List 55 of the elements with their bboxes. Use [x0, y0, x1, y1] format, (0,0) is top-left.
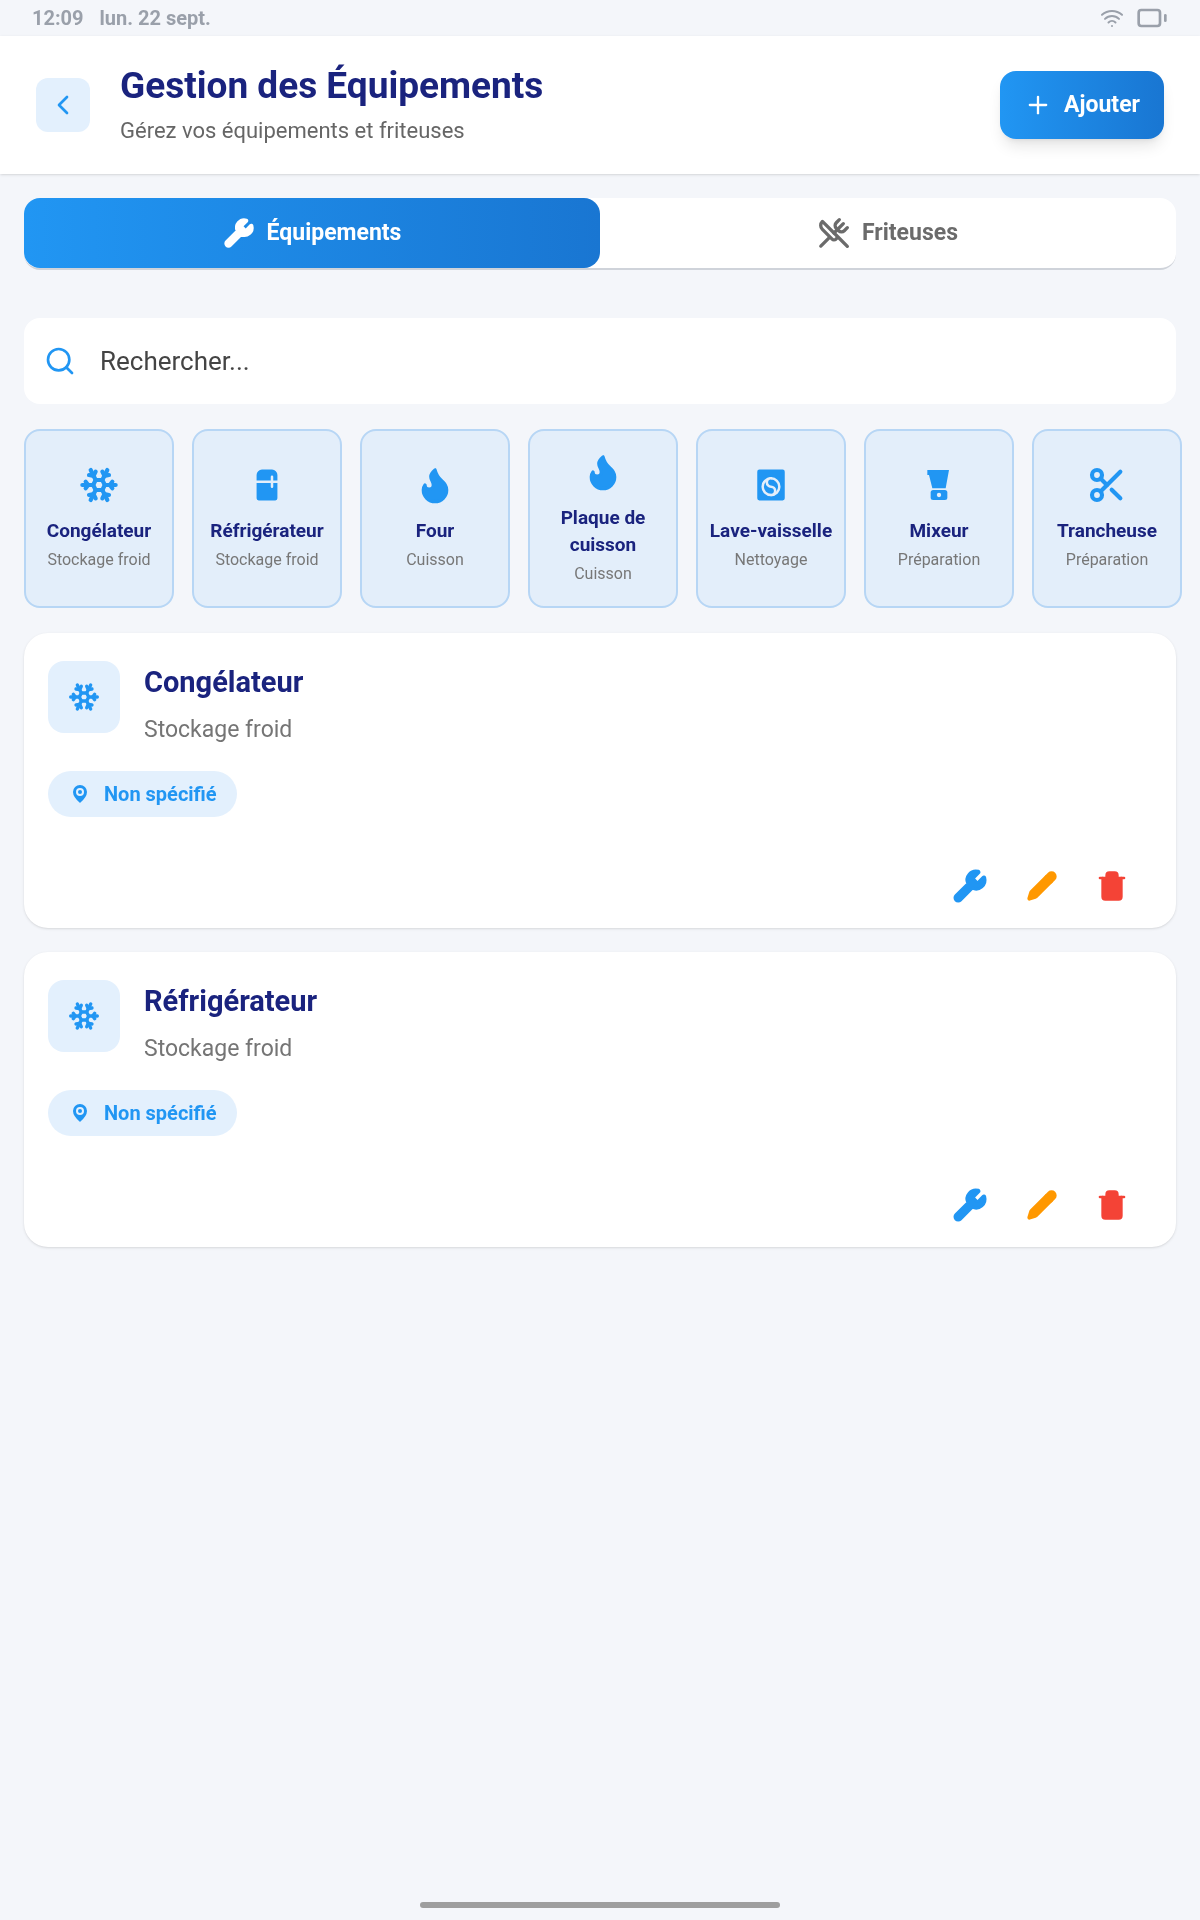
equipment-name: Réfrigérateur — [144, 983, 318, 1020]
category-card[interactable]: Lave-vaisselle Nettoyage — [696, 429, 846, 608]
category-group: Cuisson — [406, 548, 464, 572]
category-card[interactable]: Réfrigérateur Stockage froid — [192, 429, 342, 608]
location-text: Non spécifié — [104, 781, 217, 808]
search-bar[interactable]: Rechercher... — [24, 318, 1176, 404]
utensils-icon — [818, 217, 850, 249]
maintenance-button[interactable] — [952, 868, 988, 904]
trash-icon — [1096, 1189, 1128, 1221]
category-group: Préparation — [897, 548, 981, 572]
category-card[interactable]: Plaque de cuisson Cuisson — [528, 429, 678, 608]
category-group: Stockage froid — [215, 548, 319, 572]
category-name: Réfrigérateur — [210, 518, 324, 544]
category-name: Lave-vaisselle — [709, 518, 833, 544]
category-name: Congélateur — [46, 518, 152, 544]
back-button[interactable] — [36, 78, 90, 132]
category-card[interactable]: Trancheuse Préparation — [1032, 429, 1182, 608]
category-card[interactable]: Four Cuisson — [360, 429, 510, 608]
equipment-category: Stockage froid — [144, 1033, 294, 1064]
equipment-name: Congélateur — [144, 664, 304, 701]
edit-button[interactable] — [1026, 868, 1058, 904]
location-text: Non spécifié — [104, 1100, 217, 1127]
category-name: Mixeur — [909, 518, 969, 544]
category-group: Cuisson — [574, 561, 632, 586]
category-card[interactable]: Congélateur Stockage froid — [24, 429, 174, 608]
snowflake-icon — [68, 681, 100, 713]
category-name: Trancheuse — [1056, 518, 1158, 544]
page-subtitle: Gérez vos équipements et friteuses — [120, 116, 466, 145]
wrench-icon — [952, 1187, 988, 1223]
edit-button[interactable] — [1026, 1187, 1058, 1223]
delete-button[interactable] — [1096, 868, 1128, 904]
category-group: Stockage froid — [47, 548, 151, 572]
snowflake-icon — [79, 465, 119, 505]
add-button[interactable]: Ajouter — [1000, 71, 1164, 139]
delete-button[interactable] — [1096, 1187, 1128, 1223]
category-name: Four — [415, 518, 455, 544]
equipment-category: Stockage froid — [144, 714, 294, 745]
wrench-icon — [952, 868, 988, 904]
search-field[interactable]: Rechercher... — [100, 341, 1156, 381]
search-icon — [44, 345, 76, 377]
trash-icon — [1096, 870, 1128, 902]
status-time: 12:09 — [32, 5, 84, 32]
pencil-icon — [1026, 1189, 1058, 1221]
pencil-icon — [1026, 870, 1058, 902]
tab[interactable]: Friteuses — [600, 198, 1176, 268]
snowflake-icon — [68, 1000, 100, 1032]
wrench-icon — [222, 217, 255, 249]
maintenance-button[interactable] — [952, 1187, 988, 1223]
status-date: lun. 22 sept. — [99, 5, 211, 32]
category-card[interactable]: Mixeur Préparation — [864, 429, 1014, 608]
category-group: Préparation — [1065, 548, 1149, 572]
page-title: Gestion des Équipements — [120, 63, 544, 110]
category-group: Nettoyage — [734, 548, 808, 572]
category-name: Plaque de cuisson — [559, 504, 647, 558]
tab[interactable]: Équipements — [24, 198, 600, 268]
